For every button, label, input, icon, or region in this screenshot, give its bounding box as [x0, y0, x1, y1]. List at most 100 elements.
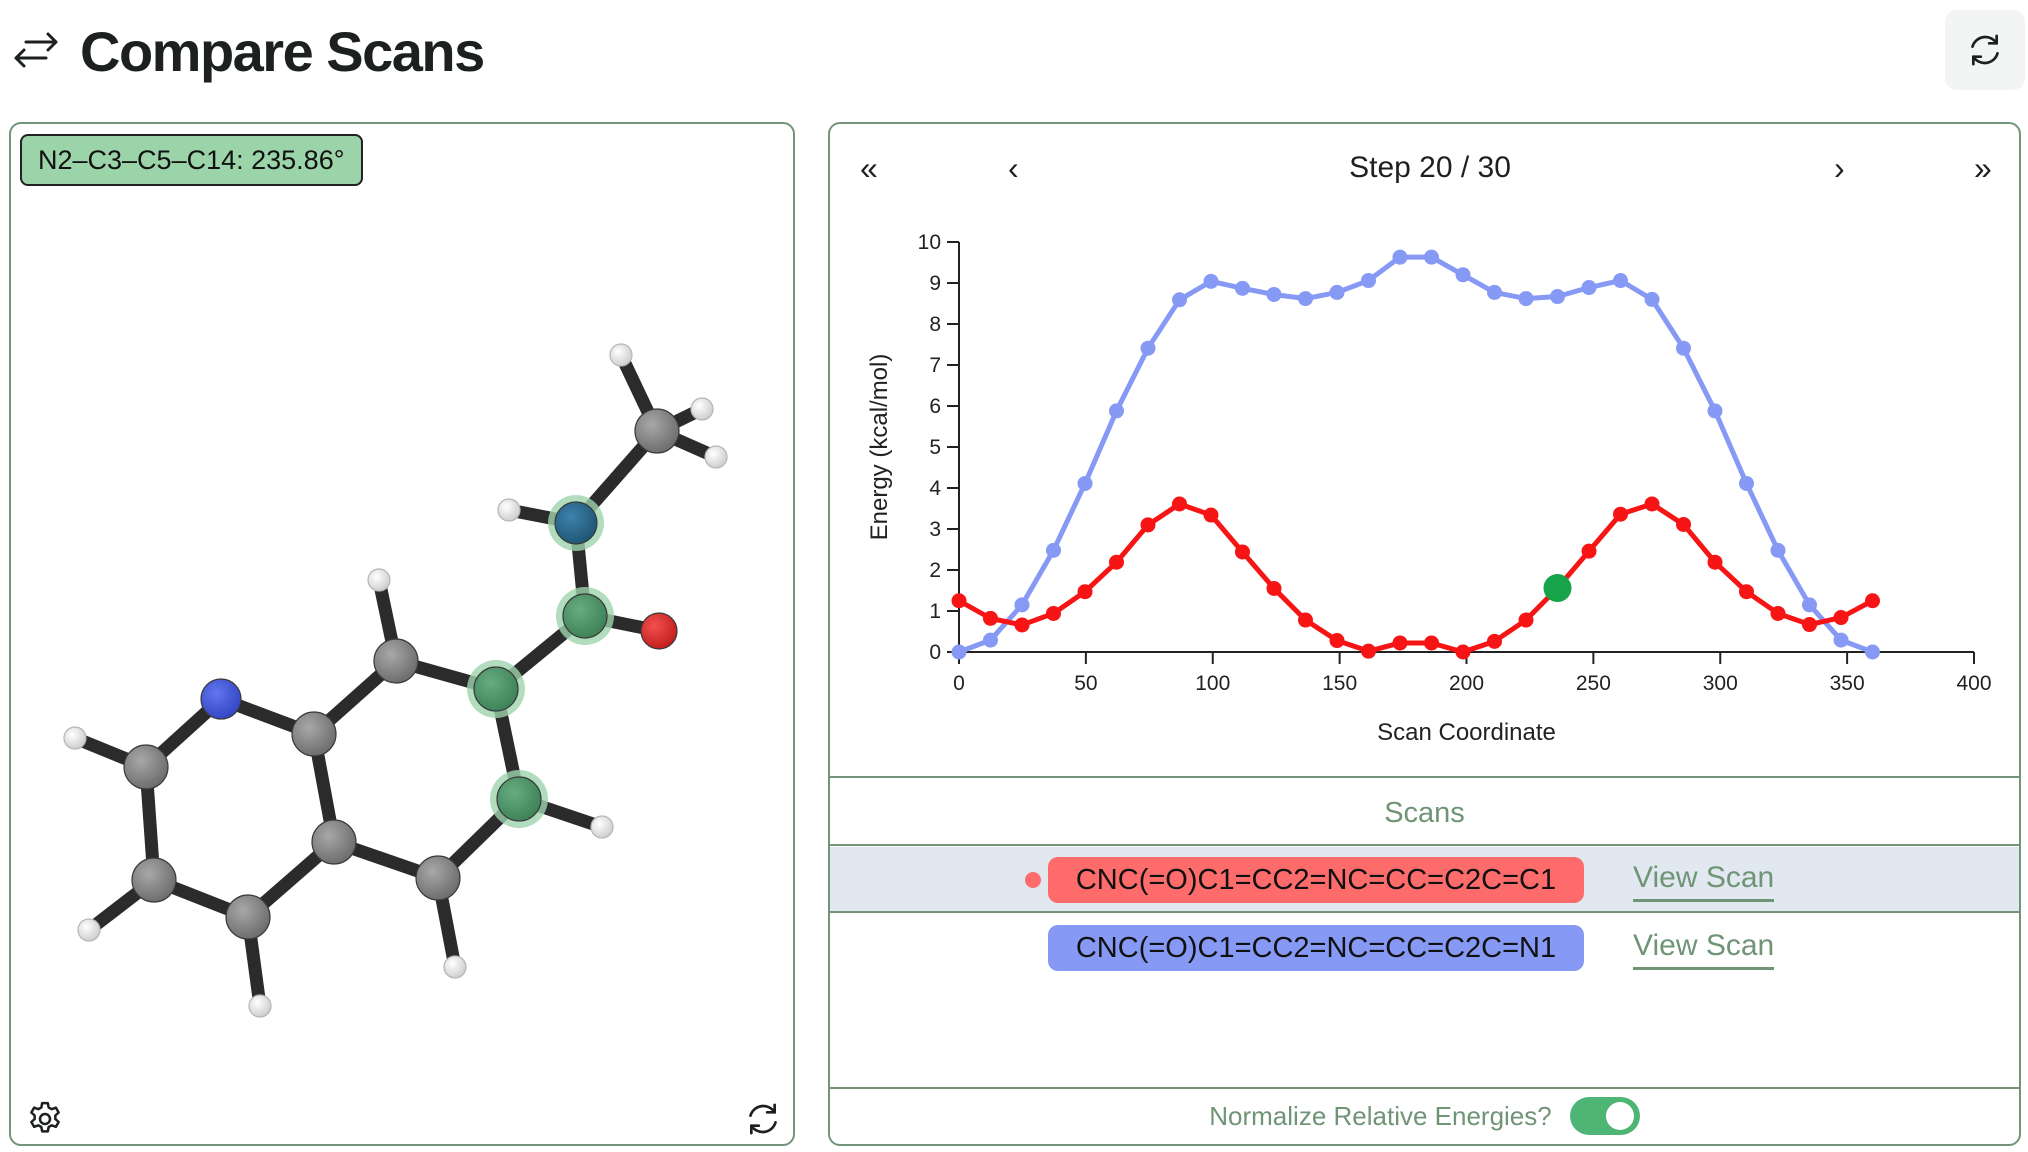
data-point [1014, 617, 1030, 633]
atom-h4[interactable] [497, 498, 521, 522]
divider [830, 776, 2019, 778]
atom-c-j1[interactable] [291, 711, 337, 757]
x-tick-label: 200 [1449, 672, 1484, 695]
data-point [1581, 543, 1597, 559]
scan-row[interactable]: CNC(=O)C1=CC2=NC=CC=C2C=C1 View Scan [830, 847, 2019, 913]
data-point [1518, 291, 1534, 307]
atom-h8[interactable] [248, 994, 272, 1018]
data-point [951, 644, 967, 660]
x-tick-label: 300 [1703, 672, 1738, 695]
scans-header: Scans [1384, 797, 1465, 829]
atom-c5[interactable] [473, 666, 519, 712]
atom-c-bot[interactable] [225, 894, 271, 940]
data-point [1266, 580, 1282, 596]
y-tick-label: 3 [929, 518, 941, 541]
energy-chart: 0 50 100 150 200 250 300 350 400 0 1 2 3 4 5 6 7 8 9 10 Sca… [866, 231, 1992, 746]
y-tick-label: 7 [929, 354, 941, 377]
atom-c3[interactable] [562, 593, 608, 639]
molecule-viewer-panel: N2–C3–C5–C14: 235.86° [9, 122, 795, 1146]
y-tick-label: 6 [929, 395, 941, 418]
data-point [1172, 292, 1188, 308]
series-line [957, 501, 1874, 655]
y-tick-label: 1 [929, 600, 941, 623]
data-point [1424, 635, 1440, 651]
atom-h5[interactable] [367, 568, 391, 592]
first-step-button[interactable]: « [860, 148, 878, 188]
atom-h6[interactable] [63, 726, 87, 750]
refresh-icon[interactable] [743, 1099, 783, 1139]
atom-c-bl[interactable] [131, 857, 177, 903]
data-point [982, 610, 998, 626]
toggle-knob [1605, 1102, 1634, 1130]
data-point [1424, 249, 1440, 265]
atom-c-left[interactable] [123, 744, 169, 790]
data-point [1455, 644, 1471, 660]
data-point [1801, 597, 1817, 613]
data-point [1581, 280, 1597, 296]
current-step-marker [1543, 574, 1572, 603]
data-point [1077, 584, 1093, 600]
divider [830, 844, 2019, 846]
data-point [1801, 617, 1817, 633]
next-step-button[interactable]: › [1834, 148, 1845, 188]
data-point [1014, 597, 1030, 613]
data-point [1707, 403, 1723, 419]
data-point [1644, 496, 1660, 512]
scan-smiles-pill[interactable]: CNC(=O)C1=CC2=NC=CC=C2C=C1 [1048, 857, 1584, 903]
atom-h2[interactable] [690, 397, 714, 421]
data-point [1234, 280, 1250, 296]
data-point [1549, 289, 1565, 305]
atom-o[interactable] [640, 612, 678, 650]
atom-n-ring[interactable] [200, 678, 242, 720]
data-point [1865, 644, 1880, 660]
view-scan-link[interactable]: View Scan [1633, 859, 1775, 902]
y-axis-title: Energy (kcal/mol) [866, 354, 893, 541]
atom-h9[interactable] [443, 955, 467, 979]
series-line [958, 254, 1874, 655]
data-point [1329, 633, 1345, 649]
dihedral-label: N2–C3–C5–C14: 235.86° [20, 134, 363, 186]
data-point [1676, 516, 1692, 532]
atom-c-top[interactable] [373, 638, 419, 684]
scan-smiles-pill[interactable]: CNC(=O)C1=CC2=NC=CC=C2C=N1 [1048, 925, 1584, 971]
data-point [1644, 291, 1660, 307]
molecule-canvas[interactable] [11, 124, 793, 1144]
x-tick-label: 400 [1956, 672, 1991, 695]
x-axis-title: Scan Coordinate [1377, 719, 1556, 746]
data-point [1203, 507, 1219, 523]
data-point [1045, 605, 1061, 621]
atom-c-methyl[interactable] [634, 408, 680, 454]
normalize-option: Normalize Relative Energies? [830, 1088, 2019, 1144]
atom-n2[interactable] [554, 501, 598, 545]
refresh-button[interactable] [1945, 10, 2025, 90]
data-point [1109, 403, 1125, 419]
y-tick-label: 5 [929, 436, 941, 459]
data-point [1613, 506, 1629, 522]
data-point [1392, 635, 1408, 651]
data-point [1140, 517, 1156, 533]
scan-row[interactable]: CNC(=O)C1=CC2=NC=CC=C2C=N1 View Scan [830, 915, 2019, 981]
atom-h3[interactable] [704, 445, 728, 469]
view-scan-link[interactable]: View Scan [1633, 927, 1775, 970]
atom-h7[interactable] [77, 918, 101, 942]
normalize-toggle[interactable] [1569, 1097, 1640, 1135]
previous-step-button[interactable]: ‹ [1008, 148, 1019, 188]
data-point [1297, 291, 1313, 307]
x-tick-label: 0 [953, 672, 965, 695]
last-step-button[interactable]: » [1974, 148, 1992, 188]
data-point [951, 593, 967, 609]
atom-c-br[interactable] [415, 855, 461, 901]
data-point [1676, 340, 1692, 356]
atom-h10[interactable] [590, 815, 614, 839]
y-tick-label: 8 [929, 313, 941, 336]
data-point [1140, 340, 1156, 356]
atom-h1[interactable] [609, 343, 633, 367]
atom-c14[interactable] [496, 776, 542, 822]
atom-c-j2[interactable] [311, 819, 357, 865]
y-tick-label: 4 [929, 477, 941, 500]
data-point [1833, 632, 1849, 648]
gear-icon[interactable] [25, 1099, 65, 1139]
data-point [1203, 273, 1219, 289]
y-tick-label: 2 [929, 559, 941, 582]
refresh-icon [1971, 34, 1999, 66]
